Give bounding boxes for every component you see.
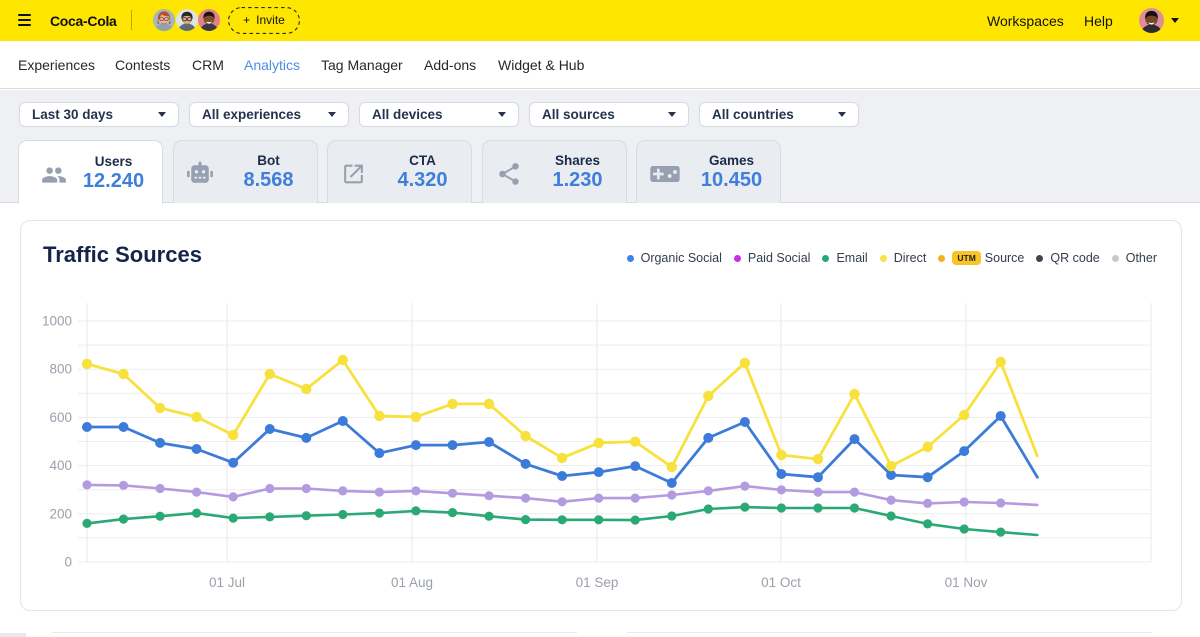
svg-text:800: 800 (49, 362, 72, 377)
svg-text:01 Oct: 01 Oct (761, 575, 801, 590)
svg-text:01 Aug: 01 Aug (391, 575, 433, 590)
svg-text:01 Nov: 01 Nov (945, 575, 988, 590)
svg-text:200: 200 (49, 506, 72, 521)
svg-text:01 Sep: 01 Sep (576, 575, 619, 590)
svg-text:1000: 1000 (42, 314, 72, 329)
svg-text:01 Jul: 01 Jul (209, 575, 245, 590)
svg-text:0: 0 (64, 555, 72, 570)
svg-text:400: 400 (49, 458, 72, 473)
svg-text:600: 600 (49, 410, 72, 425)
